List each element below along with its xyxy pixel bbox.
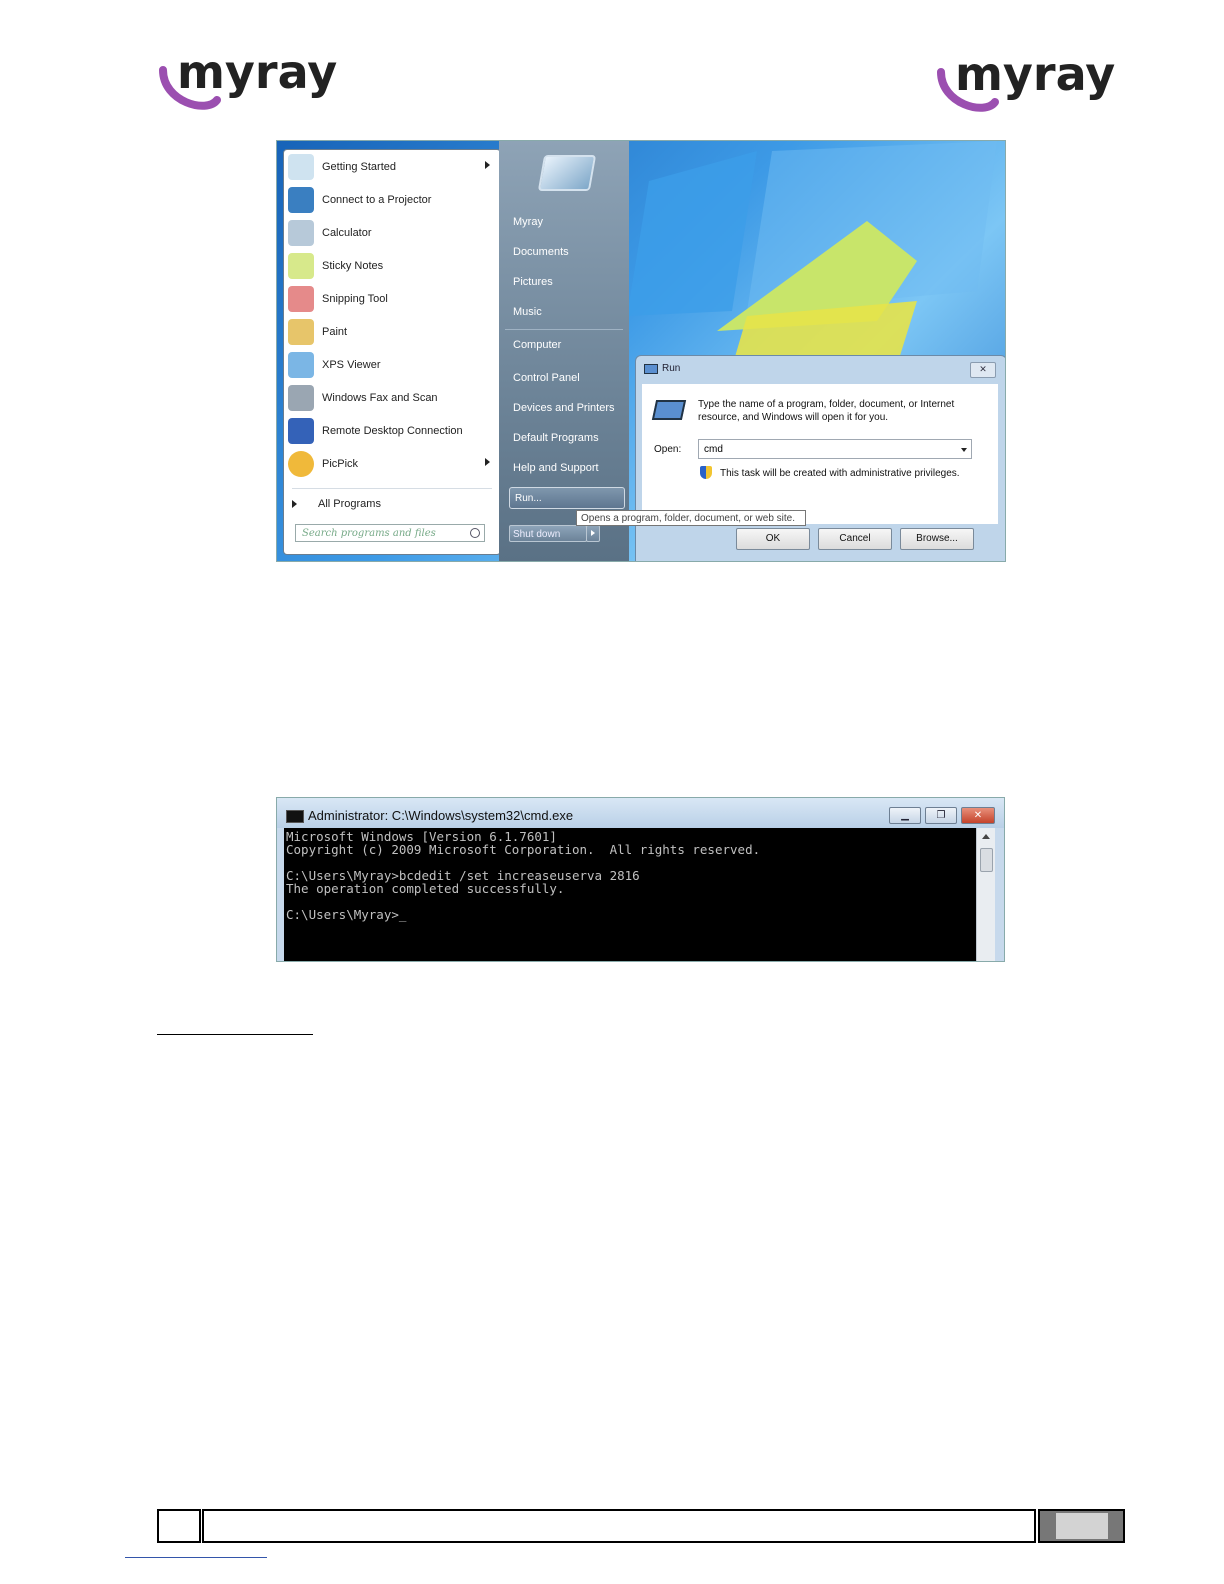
places-item-computer[interactable]: Computer — [513, 339, 561, 351]
program-label: Paint — [322, 326, 348, 338]
footer-logo-panel — [1056, 1513, 1108, 1539]
run-app-icon — [644, 364, 658, 374]
places-item-devices-printers[interactable]: Devices and Printers — [513, 402, 615, 414]
run-title: Run — [662, 363, 681, 374]
all-programs-label: All Programs — [318, 498, 381, 510]
logo-text: myray — [177, 45, 337, 99]
program-snipping-tool[interactable]: Snipping Tool — [288, 284, 496, 314]
places-item-control-panel[interactable]: Control Panel — [513, 372, 580, 384]
xps-viewer-icon — [288, 352, 314, 378]
console-output[interactable]: Microsoft Windows [Version 6.1.7601] Cop… — [284, 828, 976, 961]
program-calculator[interactable]: Calculator — [288, 218, 496, 248]
vertical-scrollbar[interactable] — [976, 828, 995, 961]
close-button[interactable]: ✕ — [970, 362, 996, 378]
cancel-button[interactable]: Cancel — [818, 528, 892, 550]
getting-started-icon — [288, 154, 314, 180]
places-item-default-programs[interactable]: Default Programs — [513, 432, 599, 444]
start-menu-programs-pane: Getting Started Connect to a Projector C… — [283, 149, 501, 555]
program-label: Windows Fax and Scan — [322, 392, 438, 404]
all-programs-button[interactable]: All Programs — [292, 496, 492, 516]
program-fax-scan[interactable]: Windows Fax and Scan — [288, 383, 496, 413]
cmd-title: Administrator: C:\Windows\system32\cmd.e… — [308, 808, 574, 823]
places-item-pictures[interactable]: Pictures — [513, 276, 553, 288]
program-sticky-notes[interactable]: Sticky Notes — [288, 251, 496, 281]
places-item-music[interactable]: Music — [513, 306, 542, 318]
footer-title-cell — [202, 1509, 1036, 1543]
scroll-up-icon[interactable] — [982, 834, 990, 839]
program-paint[interactable]: Paint — [288, 317, 496, 347]
program-label: Connect to a Projector — [322, 194, 432, 206]
search-placeholder: Search programs and files — [302, 528, 436, 539]
program-picpick[interactable]: PicPick — [288, 449, 496, 479]
chevron-right-icon — [591, 530, 595, 536]
shutdown-options-button[interactable] — [586, 525, 600, 542]
program-remote-desktop[interactable]: Remote Desktop Connection — [288, 416, 496, 446]
program-label: Getting Started — [322, 161, 396, 173]
run-tooltip: Opens a program, folder, document, or we… — [576, 510, 806, 526]
open-combobox[interactable]: cmd — [698, 439, 972, 459]
run-menu-item[interactable]: Run... — [509, 487, 625, 509]
open-value: cmd — [704, 444, 723, 455]
program-label: Snipping Tool — [322, 293, 388, 305]
close-button[interactable]: ✕ — [961, 807, 995, 824]
snipping-tool-icon — [288, 286, 314, 312]
myray-logo-right: myray — [935, 44, 1135, 124]
program-label: PicPick — [322, 458, 359, 470]
projector-icon — [288, 187, 314, 213]
program-getting-started[interactable]: Getting Started — [288, 152, 496, 182]
fax-scan-icon — [288, 385, 314, 411]
footer-link-underline — [125, 1557, 267, 1558]
heading-underline — [157, 1034, 313, 1035]
program-label: Sticky Notes — [322, 260, 384, 272]
start-menu-screenshot: Getting Started Connect to a Projector C… — [276, 140, 1006, 562]
footer-logo-cell — [1038, 1509, 1125, 1543]
browse-button[interactable]: Browse... — [900, 528, 974, 550]
logo-text: myray — [955, 47, 1115, 101]
cmd-titlebar[interactable]: Administrator: C:\Windows\system32\cmd.e… — [277, 798, 1004, 828]
ok-button[interactable]: OK — [736, 528, 810, 550]
dropdown-arrow-icon[interactable] — [961, 448, 967, 452]
uac-shield-icon — [700, 466, 712, 479]
divider — [505, 329, 623, 330]
minimize-button[interactable]: ▁ — [889, 807, 921, 824]
submenu-arrow-icon — [485, 161, 490, 169]
run-dialog: Run ✕ Type the name of a program, folder… — [635, 355, 1005, 561]
chevron-right-icon — [292, 500, 297, 508]
divider — [292, 488, 492, 489]
calculator-icon — [288, 220, 314, 246]
maximize-button[interactable]: ❐ — [925, 807, 957, 824]
program-label: Remote Desktop Connection — [322, 425, 463, 437]
picpick-icon — [288, 451, 314, 477]
cmd-screenshot: Administrator: C:\Windows\system32\cmd.e… — [276, 797, 1005, 962]
places-item-myray[interactable]: Myray — [513, 216, 543, 228]
open-label: Open: — [654, 444, 682, 455]
run-description: Type the name of a program, folder, docu… — [698, 399, 955, 423]
submenu-arrow-icon — [485, 458, 490, 466]
program-xps-viewer[interactable]: XPS Viewer — [288, 350, 496, 380]
shutdown-label: Shut down — [513, 529, 561, 540]
shutdown-button[interactable]: Shut down — [509, 525, 600, 542]
program-label: XPS Viewer — [322, 359, 381, 371]
myray-logo-left: myray — [157, 42, 357, 122]
cmd-app-icon — [286, 810, 304, 823]
program-connect-projector[interactable]: Connect to a Projector — [288, 185, 496, 215]
admin-note: This task will be created with administr… — [720, 468, 960, 479]
run-body: Type the name of a program, folder, docu… — [642, 384, 998, 524]
search-icon — [470, 528, 480, 538]
places-item-help-support[interactable]: Help and Support — [513, 462, 599, 474]
sticky-notes-icon — [288, 253, 314, 279]
scrollbar-thumb[interactable] — [980, 848, 993, 872]
console-text: Microsoft Windows [Version 6.1.7601] Cop… — [286, 829, 761, 922]
user-picture — [537, 155, 597, 191]
run-titlebar[interactable]: Run ✕ — [636, 356, 1005, 382]
run-program-icon — [651, 400, 687, 420]
footer-page-cell — [157, 1509, 201, 1543]
places-item-documents[interactable]: Documents — [513, 246, 569, 258]
search-programs-input[interactable]: Search programs and files — [295, 524, 485, 542]
paint-icon — [288, 319, 314, 345]
remote-desktop-icon — [288, 418, 314, 444]
program-label: Calculator — [322, 227, 372, 239]
